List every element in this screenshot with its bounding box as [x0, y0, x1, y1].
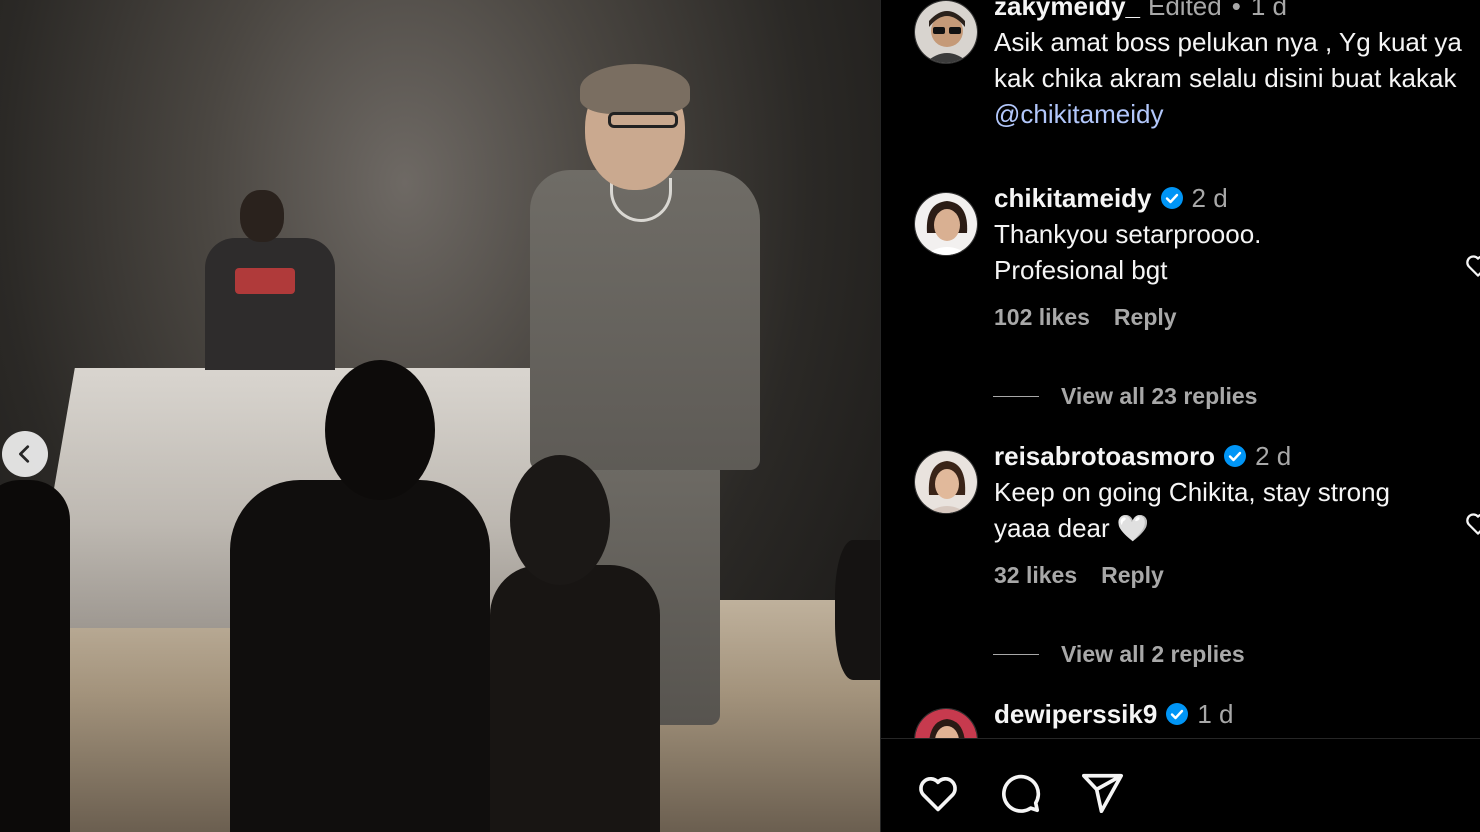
post-media[interactable]	[0, 0, 880, 832]
comment-like-icon[interactable]	[1463, 250, 1480, 280]
edited-label: Edited	[1147, 0, 1222, 21]
avatar[interactable]	[914, 450, 978, 514]
mention-link[interactable]: @chikitameidy	[994, 99, 1163, 129]
likes-count[interactable]: 102 likes	[994, 304, 1090, 331]
verified-badge-icon	[1165, 702, 1189, 726]
crowd-silhouette	[230, 360, 490, 832]
crowd-silhouette	[490, 455, 660, 832]
comments-panel: zakymeidy_ Edited • 1 d Asik amat boss p…	[880, 0, 1480, 832]
send-icon[interactable]	[1079, 770, 1125, 816]
comment-timestamp[interactable]: 2 d	[1255, 438, 1291, 474]
post-action-bar	[915, 770, 1125, 816]
likes-count[interactable]: 32 likes	[994, 562, 1077, 589]
carousel-prev-button[interactable]	[2, 431, 48, 477]
avatar[interactable]	[914, 192, 978, 256]
comment-like-icon[interactable]	[1463, 508, 1480, 538]
replies-divider-line	[993, 654, 1039, 655]
avatar[interactable]	[914, 708, 978, 738]
separator-dot: •	[1231, 0, 1241, 21]
post-viewer: zakymeidy_ Edited • 1 d Asik amat boss p…	[0, 0, 1480, 832]
comment-timestamp[interactable]: 2 d	[1192, 180, 1228, 216]
comment-username[interactable]: reisabrotoasmoro	[994, 438, 1215, 474]
comment-text-line: Profesional bgt	[994, 255, 1168, 285]
comment-username[interactable]: chikitameidy	[994, 180, 1152, 216]
comment-username[interactable]: zakymeidy_	[994, 0, 1140, 24]
heart-icon[interactable]	[915, 770, 961, 816]
comment-text-line: Keep on going Chikita, stay strong	[994, 477, 1391, 507]
comment-text: Asik amat boss pelukan nya , Yg kuat ya …	[994, 27, 1462, 129]
view-replies-button[interactable]: View all 23 replies	[993, 383, 1257, 410]
avatar[interactable]	[914, 0, 978, 64]
crowd-silhouette	[0, 480, 70, 832]
reply-button[interactable]: Reply	[1114, 304, 1177, 331]
replies-divider-line	[993, 396, 1039, 397]
dj-figure	[205, 190, 335, 370]
comment-text-line: Thankyou setarproooo.	[994, 219, 1262, 249]
action-bar-divider	[881, 738, 1480, 739]
comment-timestamp[interactable]: 1 d	[1197, 696, 1233, 732]
verified-badge-icon	[1223, 444, 1247, 468]
comment-username[interactable]: dewiperssik9	[994, 696, 1157, 732]
comment-bubble-icon[interactable]	[997, 770, 1043, 816]
view-replies-button[interactable]: View all 2 replies	[993, 641, 1245, 668]
comment-timestamp[interactable]: 1 d	[1251, 0, 1287, 24]
stage-light	[835, 540, 880, 680]
chevron-left-icon	[19, 445, 30, 463]
verified-badge-icon	[1160, 186, 1184, 210]
reply-button[interactable]: Reply	[1101, 562, 1164, 589]
comments-list[interactable]: zakymeidy_ Edited • 1 d Asik amat boss p…	[881, 0, 1480, 738]
comment-text-line: yaaa dear 🤍	[994, 513, 1150, 543]
